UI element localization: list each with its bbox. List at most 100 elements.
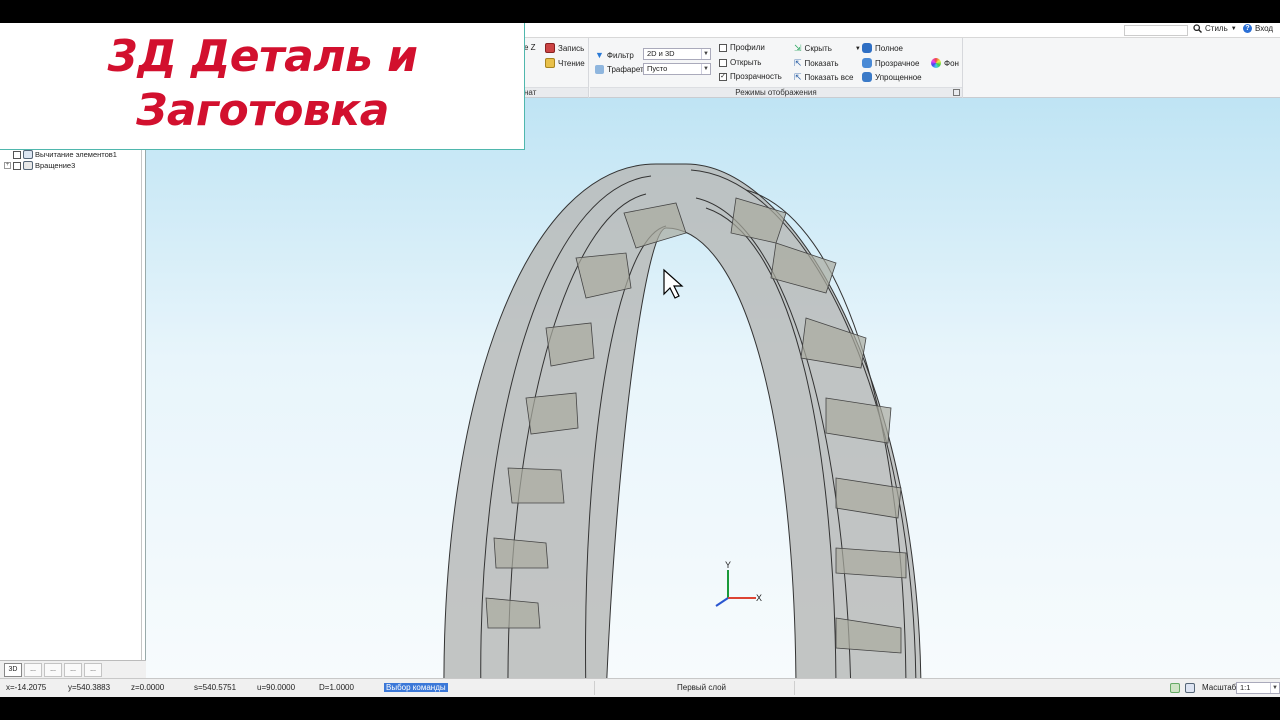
overlay-title-line1: 3Д Деталь и <box>107 31 418 82</box>
tab-3[interactable]: ... <box>44 662 62 677</box>
display-modes-group-label: Режимы отображения <box>590 87 962 97</box>
style-button[interactable]: Стиль ▼ <box>1193 24 1237 33</box>
coord-y: y=540.3883 <box>68 683 111 692</box>
full-mode-icon <box>862 43 872 53</box>
hide-icon: ⇲ <box>794 43 802 53</box>
open-label: Открыть <box>730 58 762 67</box>
tab-4[interactable]: ... <box>64 662 82 677</box>
checkbox[interactable] <box>13 161 21 170</box>
coord-u: u=90.0000 <box>257 683 296 692</box>
checkbox[interactable] <box>719 58 727 67</box>
transparency-checkbox[interactable]: ✓ Прозрачность <box>719 72 782 81</box>
scale-label: Масштаб <box>1202 683 1237 692</box>
background-button[interactable]: Фон <box>931 58 959 68</box>
show-all-button[interactable]: ⇱ Показать все <box>794 72 853 83</box>
status-bar: x=-14.2075 y=540.3883 z=0.0000 s=540.575… <box>0 678 1280 697</box>
search-input[interactable] <box>1124 25 1188 36</box>
z-label: е Z <box>524 43 536 52</box>
show-button[interactable]: ⇱ Показать <box>794 58 839 69</box>
tree-item[interactable]: + Вращение3 <box>4 161 75 170</box>
coord-d: D=1.0000 <box>319 683 354 692</box>
read-label: Чтение <box>558 58 585 68</box>
overlay-title-card: 3Д Деталь и Заготовка <box>0 23 525 150</box>
model-tree-panel: Вычитание элементов1 + Вращение3 3D ... … <box>0 98 146 678</box>
record-label: Запись <box>558 43 585 53</box>
filter-label-row: ▼ Фильтр <box>595 50 634 60</box>
tab-5[interactable]: ... <box>84 662 102 677</box>
record-icon <box>545 43 555 53</box>
transparent-mode-icon <box>862 58 872 68</box>
show-all-icon: ⇱ <box>794 72 802 82</box>
app-window: Стиль ▼ ? Вход е Z Запись Чтение нат ▼ Ф… <box>0 23 1280 697</box>
axis-x-label: X <box>756 593 762 603</box>
checkbox[interactable] <box>13 150 21 159</box>
chevron-down-icon: ▼ <box>1270 683 1279 693</box>
full-label: Полное <box>875 43 904 53</box>
tab-3d[interactable]: 3D <box>4 662 22 677</box>
chevron-down-icon: ▼ <box>1230 25 1237 32</box>
profiles-checkbox[interactable]: Профили <box>719 43 765 52</box>
transparent-mode-button[interactable]: Прозрачное <box>862 58 919 68</box>
overlay-title-line2: Заготовка <box>136 85 389 136</box>
chevron-down-icon: ▼ <box>701 49 710 59</box>
mouse-cursor-icon <box>663 268 684 299</box>
format-group-label: нат <box>520 87 588 97</box>
checkbox[interactable] <box>719 43 727 52</box>
model-tree: Вычитание элементов1 + Вращение3 <box>0 98 142 660</box>
snap-icon[interactable] <box>1185 683 1195 693</box>
login-label: Вход <box>1255 24 1274 33</box>
read-icon <box>545 58 555 68</box>
tree-tabs: 3D ... ... ... ... <box>0 660 146 678</box>
stencil-value: Пусто <box>647 64 668 73</box>
tab-2[interactable]: ... <box>24 662 42 677</box>
ribbon-group-display-modes: ▼ Фильтр 2D и 3D ▼ Трафарет Пусто ▼ Проф… <box>590 38 963 98</box>
chevron-down-icon: ▼ <box>701 64 710 74</box>
expand-icon[interactable]: + <box>4 162 11 169</box>
layer-icon[interactable] <box>1170 683 1180 693</box>
filter-label: Фильтр <box>606 50 634 60</box>
coord-x: x=-14.2075 <box>6 683 47 692</box>
checkbox-checked[interactable]: ✓ <box>719 72 727 81</box>
transparency-label: Прозрачность <box>730 72 782 81</box>
revolve-icon <box>23 161 33 170</box>
subtract-icon <box>23 150 33 159</box>
filter-select[interactable]: 2D и 3D ▼ <box>643 48 711 60</box>
show-label: Показать <box>804 59 839 68</box>
search-icon <box>1193 24 1202 33</box>
axis-y-label: Y <box>725 560 731 570</box>
simplified-label: Упрощенное <box>875 72 922 82</box>
hide-label: Скрыть <box>804 44 832 53</box>
divider <box>794 681 795 695</box>
background-label: Фон <box>944 58 959 68</box>
coord-s: s=540.5751 <box>194 683 237 692</box>
chevron-down-icon: ▼ <box>854 45 861 52</box>
tree-item-label: Вращение3 <box>35 161 76 170</box>
show-icon: ⇱ <box>794 58 802 68</box>
full-mode-button[interactable]: Полное <box>862 43 903 53</box>
ring-model: Y X <box>443 163 922 678</box>
open-checkbox[interactable]: Открыть <box>719 58 761 67</box>
z-button[interactable]: е Z <box>524 43 536 52</box>
axis-triad: Y X <box>715 560 762 607</box>
record-button[interactable]: Запись <box>545 43 584 53</box>
stencil-select[interactable]: Пусто ▼ <box>643 63 711 75</box>
help-icon: ? <box>1243 24 1252 33</box>
scale-value: 1:1 <box>1240 683 1251 692</box>
scale-select[interactable]: 1:1 ▼ <box>1236 682 1280 694</box>
show-all-label: Показать все <box>804 73 854 82</box>
stencil-label-row: Трафарет <box>595 65 644 74</box>
login-button[interactable]: ? Вход <box>1243 24 1273 33</box>
read-button[interactable]: Чтение <box>545 58 585 68</box>
simplified-mode-button[interactable]: Упрощенное <box>862 72 922 82</box>
hide-button[interactable]: ⇲ Скрыть ▼ <box>794 43 861 54</box>
current-layer[interactable]: Первый слой <box>677 683 726 692</box>
group-launcher-icon[interactable] <box>953 89 960 96</box>
stencil-icon <box>595 65 604 74</box>
command-prompt: Выбор команды <box>384 683 448 692</box>
tree-item[interactable]: Вычитание элементов1 <box>4 150 117 159</box>
style-label: Стиль <box>1205 24 1228 33</box>
filter-value: 2D и 3D <box>647 49 675 58</box>
coord-z: z=0.0000 <box>131 683 165 692</box>
divider <box>594 681 595 695</box>
3d-viewport[interactable]: Y X <box>146 98 1280 678</box>
